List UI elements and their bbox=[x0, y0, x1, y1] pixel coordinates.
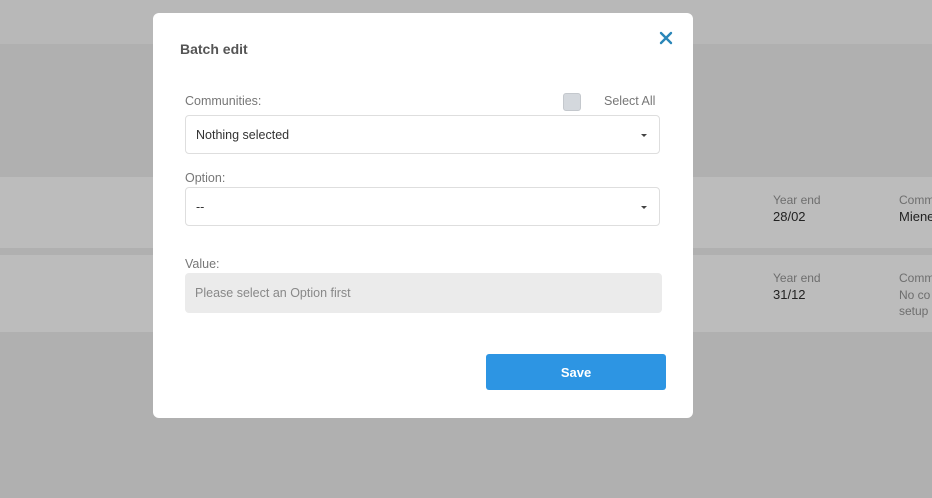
save-button[interactable]: Save bbox=[486, 354, 666, 390]
close-x-icon bbox=[659, 31, 673, 45]
value-label: Value: bbox=[185, 257, 220, 271]
comm-label: Comm bbox=[899, 193, 932, 207]
caret-down-icon bbox=[641, 134, 647, 137]
communities-selected-text: Nothing selected bbox=[196, 128, 290, 142]
caret-down-icon bbox=[641, 206, 647, 209]
modal-title: Batch edit bbox=[180, 41, 248, 57]
select-all-checkbox[interactable] bbox=[563, 93, 581, 111]
value-input[interactable] bbox=[185, 273, 662, 313]
batch-edit-modal: Batch edit Communities: Select All Nothi… bbox=[153, 13, 693, 418]
comm-value-line2: setup bbox=[899, 304, 929, 318]
communities-select[interactable]: Nothing selected bbox=[185, 115, 660, 154]
close-button[interactable] bbox=[655, 27, 677, 49]
comm-value-line1: No co bbox=[899, 288, 931, 302]
communities-label: Communities: bbox=[185, 94, 262, 108]
comm-value: Miene bbox=[899, 209, 932, 224]
year-end-value: 31/12 bbox=[773, 287, 806, 302]
comm-label: Comm bbox=[899, 271, 932, 285]
option-select[interactable]: -- bbox=[185, 187, 660, 226]
option-label: Option: bbox=[185, 171, 226, 185]
option-selected-text: -- bbox=[196, 200, 205, 214]
select-all-label[interactable]: Select All bbox=[604, 94, 655, 108]
year-end-label: Year end bbox=[773, 193, 821, 207]
year-end-value: 28/02 bbox=[773, 209, 806, 224]
year-end-label: Year end bbox=[773, 271, 821, 285]
